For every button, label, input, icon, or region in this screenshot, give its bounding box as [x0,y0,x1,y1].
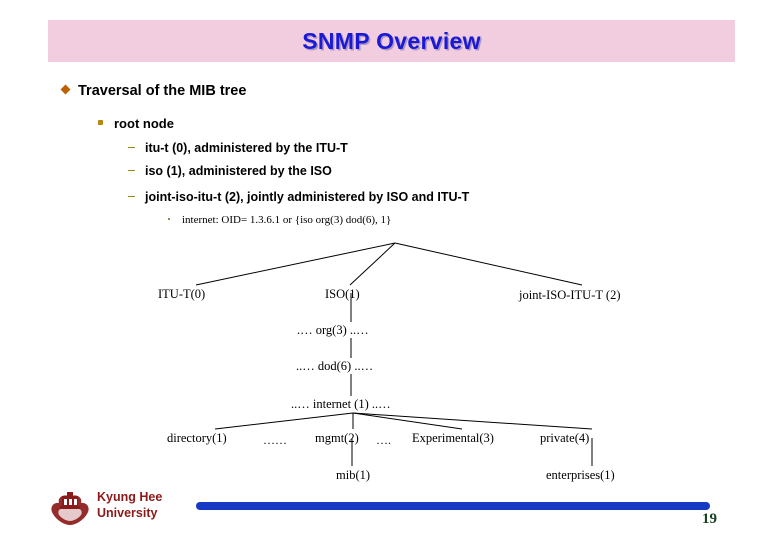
tree-node-internet: ..… internet (1) ..… [291,397,391,411]
diamond-bullet-icon [60,84,71,95]
tree-node-private: private(4) [540,431,590,445]
bullet-level4-label: internet: OID= 1.3.6.1 or {iso org(3) do… [182,214,392,226]
page-number: 19 [702,511,717,527]
bullet-level4-internet-oid: internet: OID= 1.3.6.1 or {iso org(3) do… [168,214,391,226]
bullet-level2-label: root node [114,116,174,131]
square-bullet-icon [98,120,103,125]
bullet-level1: Traversal of the MIB tree [60,83,247,99]
bullet-level3-label: iso (1), administered by the ISO [145,164,332,178]
tree-node-mib: mib(1) [336,468,371,482]
dash-bullet-icon [128,169,135,171]
tree-node-joint: joint-ISO-ITU-T (2) [519,288,621,302]
bullet-level2: root node [98,116,174,131]
slide-title-bar: SNMP Overview [48,20,735,62]
slide-canvas: SNMP Overview Traversal of the MIB tree … [0,0,780,540]
bullet-level3-label: itu-t (0), administered by the ITU-T [145,141,348,155]
university-name-line1: Kyung Hee [97,490,163,504]
tree-node-org: .… org(3) ..… [297,323,369,337]
university-logo-icon [51,492,89,525]
dash-bullet-icon [128,195,135,197]
page-title: SNMP Overview [302,28,481,54]
tree-node-experimental: Experimental(3) [412,431,494,445]
tree-node-dod: ..… dod(6) ..… [296,359,374,373]
bullet-level3-itut: itu-t (0), administered by the ITU-T [128,141,348,155]
bullet-level3-label: joint-iso-itu-t (2), jointly administere… [145,190,470,204]
footer-rule [196,502,710,510]
tree-node-itut: ITU-T(0) [158,287,206,301]
tree-node-mgmt: mgmt(2) [315,431,359,445]
tree-node-dots-right: …. [376,433,391,447]
university-name-line2: University [97,506,158,520]
mib-tree-connectors [195,242,593,466]
dot-bullet-icon [168,218,170,220]
bullet-level3-iso: iso (1), administered by the ISO [128,164,332,178]
tree-node-dots-left: …… [263,433,287,447]
university-name: Kyung Hee University [97,489,162,521]
tree-node-directory: directory(1) [167,431,227,445]
bullet-level1-label: Traversal of the MIB tree [78,83,247,99]
tree-node-enterprises: enterprises(1) [546,468,615,482]
dash-bullet-icon [128,146,135,148]
tree-node-iso: ISO(1) [325,287,360,301]
bullet-level3-joint: joint-iso-itu-t (2), jointly administere… [128,190,469,204]
